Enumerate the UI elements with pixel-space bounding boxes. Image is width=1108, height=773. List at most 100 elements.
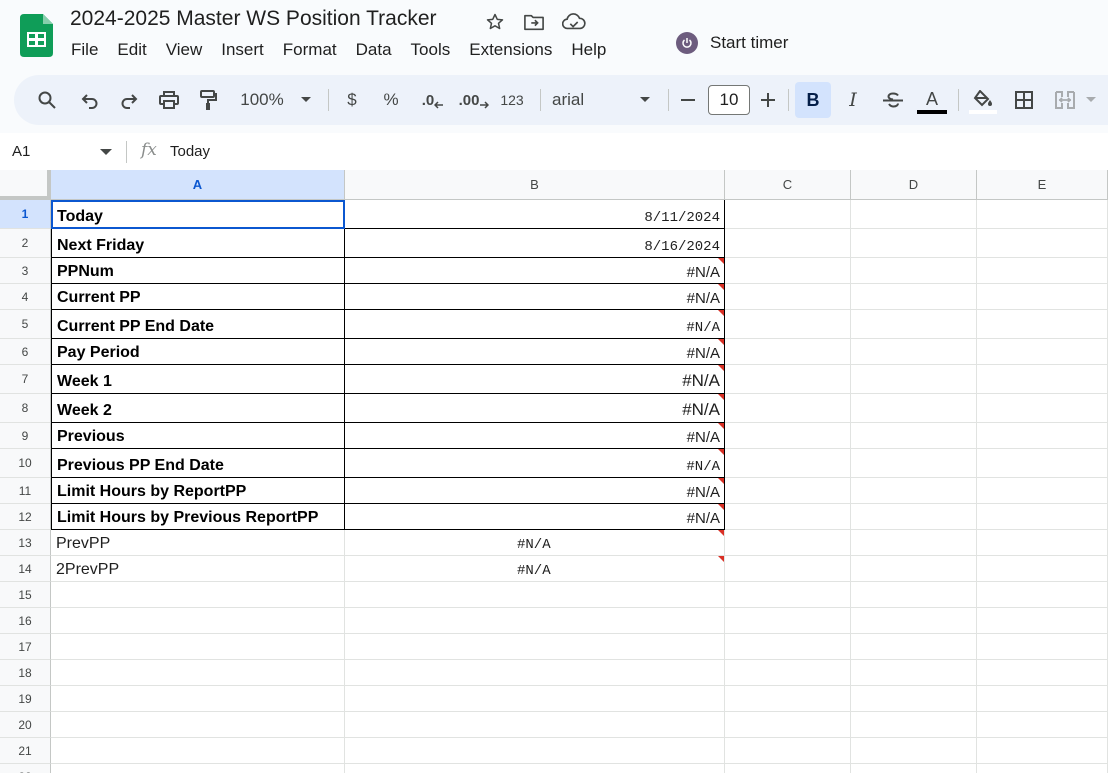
cell-e19[interactable] bbox=[977, 686, 1108, 712]
font-size-input[interactable]: 10 bbox=[708, 85, 750, 115]
row-header[interactable]: 8 bbox=[0, 394, 51, 423]
cell-e22[interactable] bbox=[977, 764, 1108, 773]
cell-e10[interactable] bbox=[977, 449, 1108, 478]
error-indicator-icon[interactable] bbox=[718, 556, 724, 562]
menu-view[interactable]: View bbox=[166, 40, 203, 60]
cell-d8[interactable] bbox=[851, 394, 977, 423]
row-header[interactable]: 9 bbox=[0, 423, 51, 449]
row-header[interactable]: 14 bbox=[0, 556, 51, 582]
row-header[interactable]: 19 bbox=[0, 686, 51, 712]
cell-e5[interactable] bbox=[977, 310, 1108, 339]
menu-insert[interactable]: Insert bbox=[221, 40, 264, 60]
cell-a10[interactable]: Previous PP End Date bbox=[51, 449, 345, 478]
cell-b4[interactable]: #N/A bbox=[345, 284, 725, 310]
cell-c21[interactable] bbox=[725, 738, 851, 764]
error-indicator-icon[interactable] bbox=[718, 478, 724, 484]
cell-c3[interactable] bbox=[725, 258, 851, 284]
cell-a16[interactable] bbox=[51, 608, 345, 634]
cell-d21[interactable] bbox=[851, 738, 977, 764]
cell-d13[interactable] bbox=[851, 530, 977, 556]
menu-data[interactable]: Data bbox=[356, 40, 392, 60]
cell-b7[interactable]: #N/A bbox=[345, 365, 725, 394]
move-to-folder-icon[interactable] bbox=[522, 10, 546, 34]
cell-a1[interactable]: Today bbox=[51, 200, 345, 229]
cell-a21[interactable] bbox=[51, 738, 345, 764]
search-icon[interactable] bbox=[34, 75, 60, 125]
name-box[interactable]: A1 bbox=[12, 143, 30, 160]
row-header[interactable]: 17 bbox=[0, 634, 51, 660]
row-header[interactable]: 13 bbox=[0, 530, 51, 556]
cell-b20[interactable] bbox=[345, 712, 725, 738]
error-indicator-icon[interactable] bbox=[718, 339, 724, 345]
font-chevron-down-icon[interactable] bbox=[638, 75, 652, 125]
cell-d2[interactable] bbox=[851, 229, 977, 258]
row-header[interactable]: 15 bbox=[0, 582, 51, 608]
cell-b11[interactable]: #N/A bbox=[345, 478, 725, 504]
increase-font-size-button[interactable] bbox=[758, 75, 778, 125]
sheets-logo-icon[interactable] bbox=[20, 14, 53, 57]
print-icon[interactable] bbox=[156, 75, 182, 125]
error-indicator-icon[interactable] bbox=[718, 423, 724, 429]
cell-c15[interactable] bbox=[725, 582, 851, 608]
row-header[interactable]: 4 bbox=[0, 284, 51, 310]
cell-e2[interactable] bbox=[977, 229, 1108, 258]
redo-icon[interactable] bbox=[116, 75, 142, 125]
cell-b22[interactable] bbox=[345, 764, 725, 773]
cell-b15[interactable] bbox=[345, 582, 725, 608]
undo-icon[interactable] bbox=[77, 75, 103, 125]
cell-b3[interactable]: #N/A bbox=[345, 258, 725, 284]
error-indicator-icon[interactable] bbox=[718, 284, 724, 290]
row-header[interactable]: 10 bbox=[0, 449, 51, 478]
cell-c22[interactable] bbox=[725, 764, 851, 773]
cell-e16[interactable] bbox=[977, 608, 1108, 634]
star-icon[interactable] bbox=[483, 10, 507, 34]
decrease-decimal-button[interactable]: .0 bbox=[418, 75, 448, 125]
menu-edit[interactable]: Edit bbox=[117, 40, 146, 60]
cell-c7[interactable] bbox=[725, 365, 851, 394]
cell-a19[interactable] bbox=[51, 686, 345, 712]
formula-input[interactable]: Today bbox=[170, 143, 210, 160]
cell-a12[interactable]: Limit Hours by Previous ReportPP bbox=[51, 504, 345, 530]
cell-e20[interactable] bbox=[977, 712, 1108, 738]
cell-a5[interactable]: Current PP End Date bbox=[51, 310, 345, 339]
cell-d18[interactable] bbox=[851, 660, 977, 686]
cell-a2[interactable]: Next Friday bbox=[51, 229, 345, 258]
decrease-font-size-button[interactable] bbox=[678, 75, 698, 125]
row-header[interactable]: 6 bbox=[0, 339, 51, 365]
cell-e13[interactable] bbox=[977, 530, 1108, 556]
cell-b14[interactable]: #N/A bbox=[345, 556, 725, 582]
select-all-corner[interactable] bbox=[0, 170, 51, 200]
cell-e7[interactable] bbox=[977, 365, 1108, 394]
cell-c14[interactable] bbox=[725, 556, 851, 582]
cell-d16[interactable] bbox=[851, 608, 977, 634]
italic-button[interactable]: I bbox=[842, 75, 864, 125]
cell-c6[interactable] bbox=[725, 339, 851, 365]
cell-a4[interactable]: Current PP bbox=[51, 284, 345, 310]
cell-b18[interactable] bbox=[345, 660, 725, 686]
menu-tools[interactable]: Tools bbox=[411, 40, 451, 60]
more-formats-button[interactable]: 123 bbox=[498, 75, 526, 125]
cell-b21[interactable] bbox=[345, 738, 725, 764]
cell-c11[interactable] bbox=[725, 478, 851, 504]
column-header-d[interactable]: D bbox=[851, 170, 977, 200]
cell-c4[interactable] bbox=[725, 284, 851, 310]
cell-d10[interactable] bbox=[851, 449, 977, 478]
cell-e6[interactable] bbox=[977, 339, 1108, 365]
error-indicator-icon[interactable] bbox=[718, 394, 724, 400]
currency-format-button[interactable]: $ bbox=[342, 75, 362, 125]
cell-a7[interactable]: Week 1 bbox=[51, 365, 345, 394]
column-header-e[interactable]: E bbox=[977, 170, 1108, 200]
cell-c13[interactable] bbox=[725, 530, 851, 556]
column-header-a[interactable]: A bbox=[51, 170, 345, 200]
cell-e1[interactable] bbox=[977, 200, 1108, 229]
zoom-select[interactable]: 100% bbox=[236, 75, 288, 125]
cloud-saved-icon[interactable] bbox=[562, 10, 586, 34]
error-indicator-icon[interactable] bbox=[718, 530, 724, 536]
cell-e11[interactable] bbox=[977, 478, 1108, 504]
borders-icon[interactable] bbox=[1011, 75, 1037, 125]
cell-b10[interactable]: #N/A bbox=[345, 449, 725, 478]
cell-d22[interactable] bbox=[851, 764, 977, 773]
menu-extensions[interactable]: Extensions bbox=[469, 40, 552, 60]
cell-e3[interactable] bbox=[977, 258, 1108, 284]
cell-b19[interactable] bbox=[345, 686, 725, 712]
